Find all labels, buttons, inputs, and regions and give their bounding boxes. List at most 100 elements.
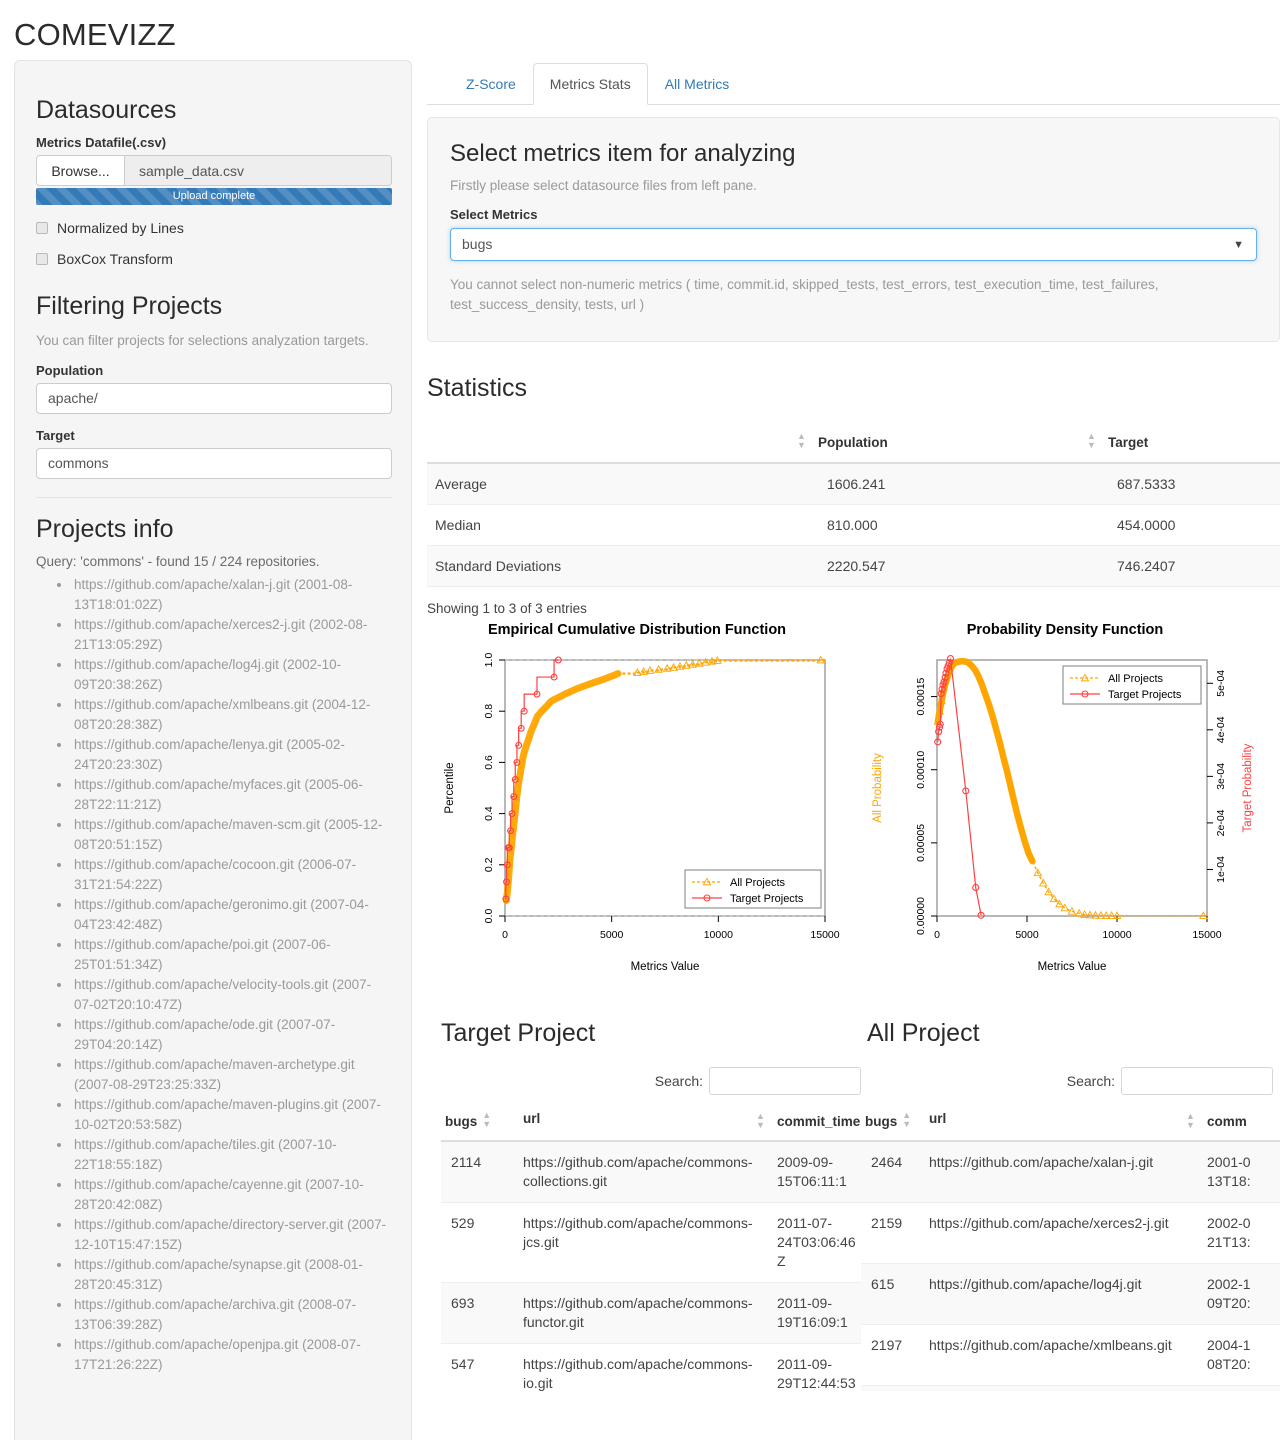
list-item[interactable]: https://github.com/apache/cayenne.git (2…	[72, 1175, 390, 1215]
file-input-row[interactable]: Browse... sample_data.csv	[36, 155, 392, 186]
list-item[interactable]: https://github.com/apache/geronimo.git (…	[72, 895, 390, 935]
sort-icon[interactable]: ▲ ▼	[1186, 1112, 1195, 1130]
svg-text:4e-04: 4e-04	[1215, 716, 1227, 743]
list-item[interactable]: https://github.com/apache/maven-scm.git …	[72, 815, 390, 855]
list-item[interactable]: https://github.com/apache/log4j.git (200…	[72, 655, 390, 695]
stat-name: Average	[427, 463, 789, 505]
stat-col-population[interactable]: ▲ ▼ Population	[789, 421, 1079, 464]
cell-bugs: 2159	[861, 1202, 925, 1264]
list-item[interactable]: https://github.com/apache/archiva.git (2…	[72, 1295, 390, 1335]
target-search-label: Search:	[654, 1073, 703, 1089]
cell-commit-time: 2005-0 24T20:	[1203, 1385, 1280, 1391]
population-input[interactable]: apache/	[36, 383, 392, 414]
tab-z-score[interactable]: Z-Score	[449, 63, 533, 105]
all-search-label: Search:	[1066, 1073, 1115, 1089]
checkbox-boxcox-transform[interactable]: BoxCox Transform	[36, 251, 390, 267]
cell-commit-time: 2011-07-24T03:06:46Z	[773, 1202, 861, 1283]
cell-url: https://github.com/apache/lenya.git	[925, 1385, 1203, 1391]
datasources-heading: Datasources	[36, 96, 177, 124]
svg-text:0.00015: 0.00015	[915, 677, 927, 715]
stat-population: 2220.547	[789, 545, 1079, 587]
list-item[interactable]: https://github.com/apache/maven-plugins.…	[72, 1095, 390, 1135]
all-search-input[interactable]	[1121, 1067, 1273, 1095]
table-row: Average 1606.241 687.5333	[427, 463, 1280, 505]
table-row: 693 https://github.com/apache/commons-fun…	[441, 1282, 861, 1344]
svg-text:0.6: 0.6	[483, 755, 495, 770]
cell-url: https://github.com/apache/commons-io.git	[519, 1343, 773, 1391]
list-item[interactable]: https://github.com/apache/maven-archetyp…	[72, 1055, 390, 1095]
checkbox-normalized-by-lines[interactable]: Normalized by Lines	[36, 220, 390, 236]
tab-metrics-stats[interactable]: Metrics Stats	[532, 63, 648, 105]
cell-bugs: 2464	[861, 1141, 925, 1203]
stat-col-name[interactable]	[427, 421, 789, 464]
target-search-input[interactable]	[709, 1067, 861, 1095]
list-item[interactable]: https://github.com/apache/myfaces.git (2…	[72, 775, 390, 815]
list-item[interactable]: https://github.com/apache/xerces2-j.git …	[72, 615, 390, 655]
upload-progress-bar: Upload complete	[36, 188, 392, 205]
bottom-tables-headings: Target Project All Project	[427, 1019, 1280, 1061]
select-metrics-subtitle: Firstly please select datasource files f…	[450, 178, 757, 193]
col-commit-time[interactable]: commit_time	[773, 1101, 861, 1142]
cell-commit-time: 2011-09-29T12:44:53Z	[773, 1343, 861, 1391]
svg-text:2e-04: 2e-04	[1215, 809, 1227, 836]
select-metrics-heading: Select metrics item for analyzing	[450, 140, 796, 167]
svg-text:Metrics Value: Metrics Value	[1038, 961, 1107, 973]
table-row: 547 https://github.com/apache/commons-io.…	[441, 1343, 861, 1391]
svg-text:5000: 5000	[600, 929, 624, 941]
table-row: 2197 https://github.com/apache/xmlbeans.g…	[861, 1324, 1280, 1386]
select-metrics-panel: Select metrics item for analyzing Firstl…	[427, 117, 1280, 342]
sort-icon[interactable]: ▲ ▼	[1087, 432, 1096, 450]
list-item[interactable]: https://github.com/apache/cocoon.git (20…	[72, 855, 390, 895]
checkbox-icon[interactable]	[36, 253, 48, 265]
stat-name: Median	[427, 504, 789, 546]
col-bugs[interactable]: bugs ▲ ▼	[861, 1101, 925, 1142]
col-url[interactable]: url ▲ ▼	[925, 1101, 1203, 1142]
list-item[interactable]: https://github.com/apache/velocity-tools…	[72, 975, 390, 1015]
sidebar-divider	[36, 497, 392, 498]
list-item[interactable]: https://github.com/apache/ode.git (2007-…	[72, 1015, 390, 1055]
svg-text:0.0: 0.0	[483, 909, 495, 924]
ecdf-chart-title: Empirical Cumulative Distribution Functi…	[487, 622, 787, 638]
metrics-select[interactable]: bugs ▼	[450, 228, 1257, 261]
list-item[interactable]: https://github.com/apache/openjpa.git (2…	[72, 1335, 390, 1375]
tab-all-metrics[interactable]: All Metrics	[648, 63, 747, 105]
pdf-chart: 0.00000 0.00005 0.00010 0.00015 1e-04 2e-04 3e…	[872, 654, 1254, 973]
stat-target: 454.0000	[1079, 504, 1280, 546]
list-item[interactable]: https://github.com/apache/tiles.git (200…	[72, 1135, 390, 1175]
table-row: Median 810.000 454.0000	[427, 504, 1280, 546]
query-result-text: Query: 'commons' - found 15 / 224 reposi…	[36, 554, 320, 569]
cell-commit-time: 2011-09-19T16:09:1	[773, 1282, 861, 1344]
table-row: 2464 https://github.com/apache/xalan-j.gi…	[861, 1141, 1280, 1203]
svg-text:Percentile: Percentile	[444, 762, 456, 813]
target-input[interactable]: commons	[36, 448, 392, 479]
svg-text:0.8: 0.8	[483, 704, 495, 719]
list-item[interactable]: https://github.com/apache/lenya.git (200…	[72, 735, 390, 775]
list-item[interactable]: https://github.com/apache/poi.git (2007-…	[72, 935, 390, 975]
col-bugs[interactable]: bugs ▲ ▼	[441, 1101, 519, 1142]
chevron-down-icon[interactable]: ▼	[1233, 229, 1244, 262]
list-item[interactable]: https://github.com/apache/synapse.git (2…	[72, 1255, 390, 1295]
checkbox-icon[interactable]	[36, 222, 48, 234]
sort-icon[interactable]: ▲ ▼	[902, 1111, 911, 1129]
stat-col-target[interactable]: ▲▼Target ▲▼	[1079, 421, 1280, 464]
cell-bugs: 547	[441, 1343, 519, 1391]
statistics-heading: Statistics	[427, 374, 528, 402]
col-commit-time[interactable]: comm	[1203, 1101, 1280, 1142]
page-title: COMEVIZZ	[14, 17, 176, 52]
cell-url: https://github.com/apache/log4j.git	[925, 1263, 1203, 1325]
svg-text:10000: 10000	[1102, 929, 1131, 941]
list-item[interactable]: https://github.com/apache/directory-serv…	[72, 1215, 390, 1255]
svg-text:Target Probability: Target Probability	[1242, 743, 1254, 832]
stat-target: 687.5333	[1079, 463, 1280, 505]
col-url[interactable]: url ▲ ▼	[519, 1101, 773, 1142]
sort-icon[interactable]: ▲ ▼	[482, 1111, 491, 1129]
svg-text:0: 0	[934, 929, 940, 941]
table-row: 615 https://github.com/apache/log4j.git 20…	[861, 1263, 1280, 1325]
browse-button[interactable]: Browse...	[37, 156, 125, 185]
sort-icon[interactable]: ▲ ▼	[797, 432, 806, 450]
list-item[interactable]: https://github.com/apache/xalan-j.git (2…	[72, 575, 390, 615]
sort-icon[interactable]: ▲ ▼	[756, 1112, 765, 1130]
list-item[interactable]: https://github.com/apache/xmlbeans.git (…	[72, 695, 390, 735]
target-project-title: Target Project	[441, 1019, 596, 1047]
metrics-datafile-label: Metrics Datafile(.csv)	[36, 135, 167, 150]
